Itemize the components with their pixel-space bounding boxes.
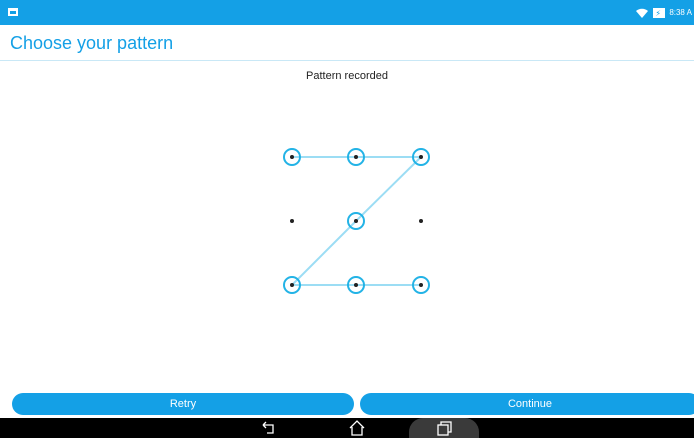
pattern-node-6[interactable]: [411, 211, 431, 231]
pattern-node-dot: [290, 283, 294, 287]
pattern-node-3[interactable]: [411, 147, 431, 167]
pattern-area[interactable]: [0, 0, 694, 438]
continue-button[interactable]: Continue: [360, 393, 694, 415]
pattern-node-dot: [354, 219, 358, 223]
pattern-node-5[interactable]: [346, 211, 366, 231]
navigation-bar: [0, 418, 694, 438]
pattern-node-dot: [354, 283, 358, 287]
back-icon[interactable]: [260, 420, 278, 436]
status-time: 8:38 A: [669, 8, 692, 17]
header-divider: [0, 60, 694, 61]
pattern-node-2[interactable]: [346, 147, 366, 167]
status-right-group: 8:38 A: [635, 5, 692, 21]
recents-icon[interactable]: [436, 420, 454, 436]
button-bar: Retry Continue: [0, 392, 694, 416]
pattern-node-9[interactable]: [411, 275, 431, 295]
pattern-node-7[interactable]: [282, 275, 302, 295]
wifi-icon: [635, 7, 649, 19]
pattern-node-dot: [419, 219, 423, 223]
pattern-node-1[interactable]: [282, 147, 302, 167]
page-title: Choose your pattern: [10, 33, 174, 53]
pattern-node-dot: [419, 155, 423, 159]
pattern-node-dot: [290, 219, 294, 223]
pattern-node-dot: [290, 155, 294, 159]
status-bar: 8:38 A: [0, 0, 694, 25]
screen: 8:38 A Choose your pattern Pattern recor…: [0, 0, 694, 438]
retry-button[interactable]: Retry: [12, 393, 354, 415]
pattern-status-message: Pattern recorded: [306, 70, 388, 82]
pattern-node-dot: [354, 155, 358, 159]
pattern-node-4[interactable]: [282, 211, 302, 231]
home-icon[interactable]: [348, 420, 366, 436]
pattern-node-dot: [419, 283, 423, 287]
pattern-node-8[interactable]: [346, 275, 366, 295]
notification-icon: [8, 8, 18, 16]
battery-charging-icon: [653, 6, 666, 21]
